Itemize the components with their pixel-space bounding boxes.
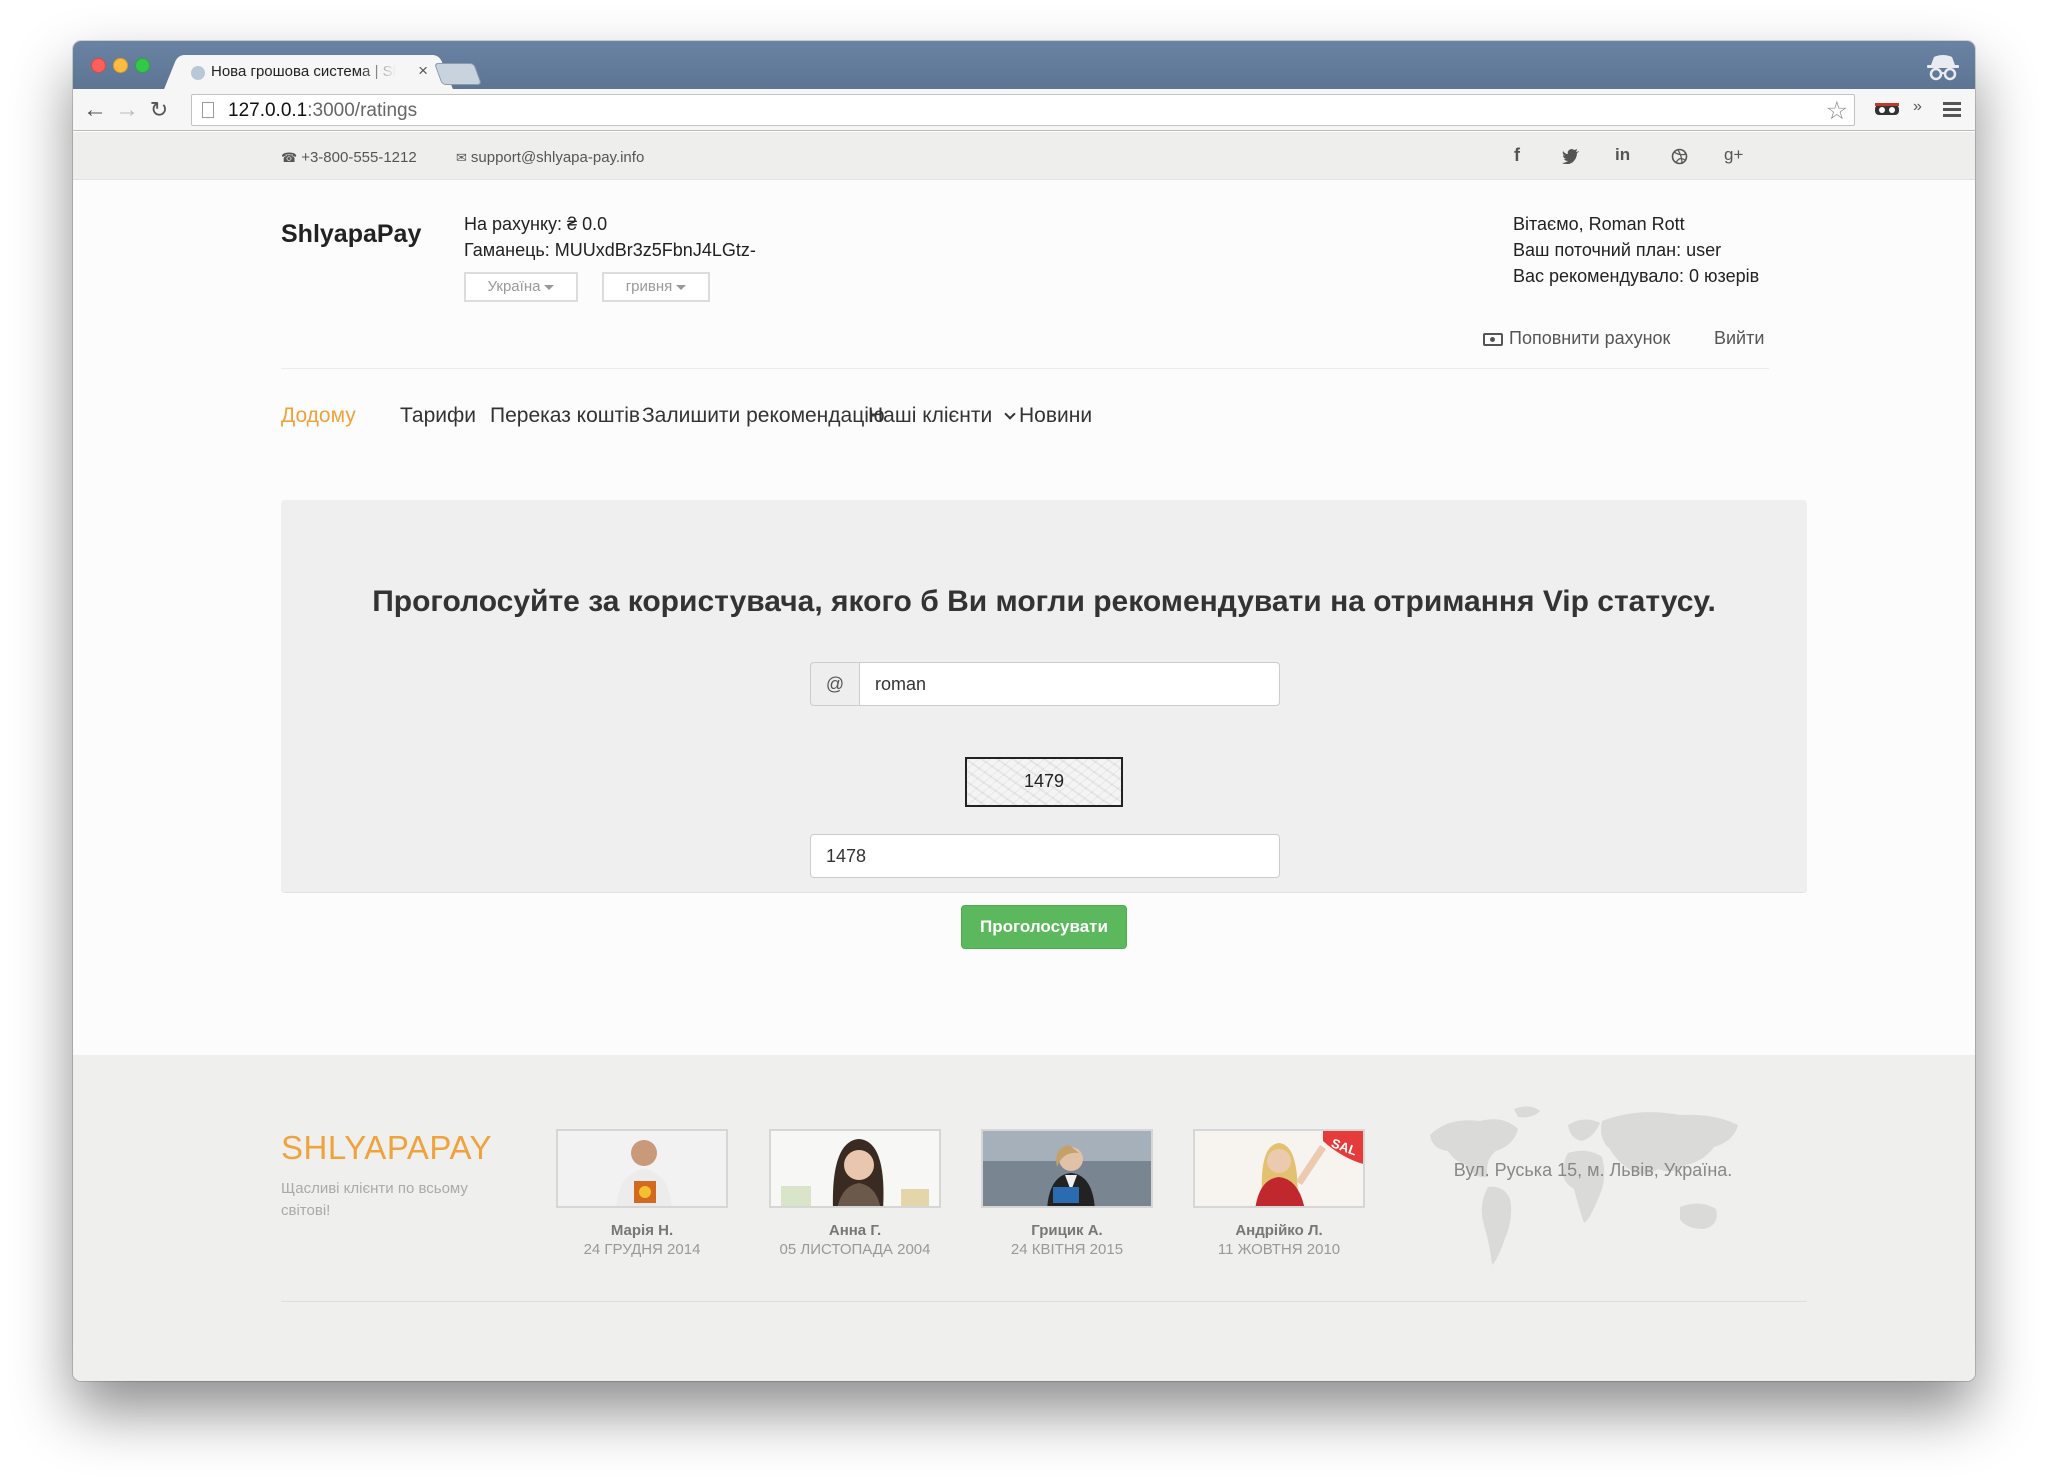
balance-text: На рахунку: ₴ 0.0 — [464, 214, 608, 234]
phone-contact[interactable]: ☎ +3-800-555-1212 — [281, 149, 417, 166]
url-text[interactable]: 127.0.0.1:3000/ratings — [228, 100, 417, 122]
title-bar: Нова грошова система | Shlyapa × — [73, 41, 1975, 89]
twitter-icon[interactable] — [1562, 149, 1580, 164]
contact-bar: ☎ +3-800-555-1212 ✉ support@shlyapa-pay.in… — [73, 132, 1975, 180]
facebook-icon[interactable]: f — [1514, 145, 1520, 166]
nav-item-transfer[interactable]: Переказ коштів — [490, 404, 640, 428]
footer-divider — [281, 1301, 1807, 1302]
footer-logo: SHLYAPAPAY — [281, 1129, 493, 1166]
client-date: 24 КВІТНЯ 2015 — [1010, 1241, 1124, 1258]
client-date: 05 ЛИСТОПАДА 2004 — [779, 1241, 931, 1258]
wallet-text: Гаманець: MUUxdBr3z5FbnJ4LGtz- — [464, 240, 756, 260]
client-name: Грицик А. — [1031, 1222, 1103, 1239]
money-icon — [1483, 332, 1503, 346]
nav-item-clients-label: Наші клієнти — [868, 404, 993, 427]
nav-item-news[interactable]: Новини — [1019, 404, 1092, 428]
captcha-input[interactable]: 1478 — [810, 834, 1280, 878]
topup-link[interactable]: Поповнити рахунок — [1483, 328, 1670, 349]
browser-toolbar: ← → ↻ 127.0.0.1:3000/ratings ☆ » — [73, 89, 1975, 131]
client-card[interactable]: Грицик А. 24 КВІТНЯ 2015 — [981, 1129, 1153, 1258]
close-window-button[interactable] — [91, 58, 106, 73]
logout-link[interactable]: Вийти — [1714, 328, 1764, 349]
back-arrow-icon[interactable]: ← — [81, 96, 109, 124]
phone-number: +3-800-555-1212 — [301, 149, 417, 166]
client-photo — [769, 1129, 941, 1208]
forward-arrow-icon[interactable]: → — [113, 96, 141, 124]
tab-close-icon[interactable]: × — [418, 61, 428, 81]
reload-icon[interactable]: ↻ — [145, 96, 173, 124]
bookmark-star-icon[interactable]: ☆ — [1826, 96, 1848, 126]
world-map-image — [1430, 1106, 1738, 1265]
vote-panel: Проголосуйте за користувача, якого б Ви … — [281, 500, 1807, 949]
site-footer: SHLYAPAPAY Щасливі клієнти по всьому сві… — [73, 1055, 1975, 1381]
client-name: Андрійко Л. — [1235, 1222, 1323, 1239]
topup-label: Поповнити рахунок — [1509, 328, 1671, 348]
page-icon — [202, 102, 214, 118]
client-date: 24 ГРУДНЯ 2014 — [583, 1241, 701, 1258]
country-select-label: Україна — [487, 278, 541, 295]
extension-mask-icon[interactable] — [1875, 101, 1899, 117]
phone-icon: ☎ — [281, 150, 298, 165]
client-date: 11 ЖОВТНЯ 2010 — [1217, 1241, 1341, 1258]
captcha-image: 1479 — [965, 757, 1123, 807]
caret-down-icon — [544, 284, 555, 290]
username-input-group: @ roman — [810, 662, 1280, 706]
captcha-code: 1479 — [1023, 771, 1065, 791]
currency-select-label: гривня — [625, 278, 673, 295]
footer-address: Вул. Руська 15, м. Львів, Україна. — [1453, 1160, 1733, 1180]
browser-window: Нова грошова система | Shlyapa × ← → ↻ 1… — [73, 41, 1975, 1381]
email-contact[interactable]: ✉ support@shlyapa-pay.info — [456, 149, 644, 166]
greeting-text: Вітаємо, Roman Rott — [1513, 214, 1685, 234]
nav-item-home[interactable]: Додому — [281, 404, 356, 428]
address-bar[interactable]: 127.0.0.1:3000/ratings ☆ — [191, 94, 1855, 126]
client-card[interactable]: Анна Г. 05 ЛИСТОПАДА 2004 — [769, 1129, 941, 1258]
vote-submit-button[interactable]: Проголосувати — [961, 905, 1127, 949]
client-name: Марія Н. — [610, 1222, 674, 1239]
minimize-window-button[interactable] — [113, 58, 128, 73]
new-tab-button[interactable] — [433, 63, 483, 85]
content-area: Проголосуйте за користувача, якого б Ви … — [73, 500, 1975, 1055]
browser-tab[interactable]: Нова грошова система | Shlyapa × — [181, 55, 436, 89]
client-photo — [556, 1129, 728, 1208]
footer-tagline: Щасливі клієнти по всьому світові! — [281, 1180, 468, 1219]
site-header: ShlyapaPay На рахунку: ₴ 0.0 Гаманець: M… — [73, 180, 1975, 500]
url-path: :3000/ratings — [307, 100, 418, 121]
dribbble-icon[interactable] — [1671, 148, 1688, 165]
zoom-window-button[interactable] — [135, 58, 150, 73]
nav-item-tariffs[interactable]: Тарифи — [400, 404, 476, 428]
client-name: Анна Г. — [828, 1222, 882, 1239]
tab-favicon-icon — [191, 66, 205, 80]
google-plus-icon[interactable]: g+ — [1724, 145, 1743, 165]
referrals-text: Вас рекомендувало: 0 юзерів — [1513, 266, 1760, 286]
vote-title: Проголосуйте за користувача, якого б Ви … — [372, 585, 1716, 618]
tab-title: Нова грошова система | Shlyapa — [211, 63, 396, 80]
page-viewport: ☎ +3-800-555-1212 ✉ support@shlyapa-pay.in… — [73, 132, 1975, 1381]
user-info: Вітаємо, Roman Rott Ваш поточний план: u… — [1513, 211, 1759, 289]
client-photo: SAL — [1193, 1129, 1365, 1208]
nav-item-clients[interactable]: Наші клієнти — [868, 404, 1016, 428]
envelope-icon: ✉ — [456, 150, 467, 165]
url-host: 127.0.0.1 — [228, 100, 308, 121]
plan-text: Ваш поточний план: user — [1513, 240, 1722, 260]
country-select[interactable]: Україна — [464, 272, 578, 302]
client-card[interactable]: Марія Н. 24 ГРУДНЯ 2014 — [556, 1129, 728, 1258]
currency-select[interactable]: гривня — [602, 272, 710, 302]
header-divider — [281, 368, 1769, 369]
nav-item-recommend[interactable]: Залишити рекомендацію — [642, 404, 885, 428]
chevron-down-icon — [1004, 408, 1016, 420]
client-card[interactable]: SAL Андрійко Л. 11 ЖОВТНЯ 2010 — [1193, 1129, 1365, 1258]
linkedin-icon[interactable]: in — [1615, 145, 1630, 165]
site-logo[interactable]: ShlyapaPay — [281, 220, 421, 249]
more-extensions-icon[interactable]: » — [1913, 98, 1922, 116]
client-photo — [981, 1129, 1153, 1208]
caret-down-icon — [676, 284, 687, 290]
username-input[interactable]: roman — [859, 662, 1280, 706]
email-address: support@shlyapa-pay.info — [470, 149, 645, 166]
incognito-icon — [1927, 55, 1959, 81]
browser-menu-icon[interactable] — [1943, 102, 1961, 118]
account-summary: На рахунку: ₴ 0.0 Гаманець: MUUxdBr3z5Fb… — [464, 211, 756, 263]
at-sign-addon: @ — [810, 662, 860, 706]
